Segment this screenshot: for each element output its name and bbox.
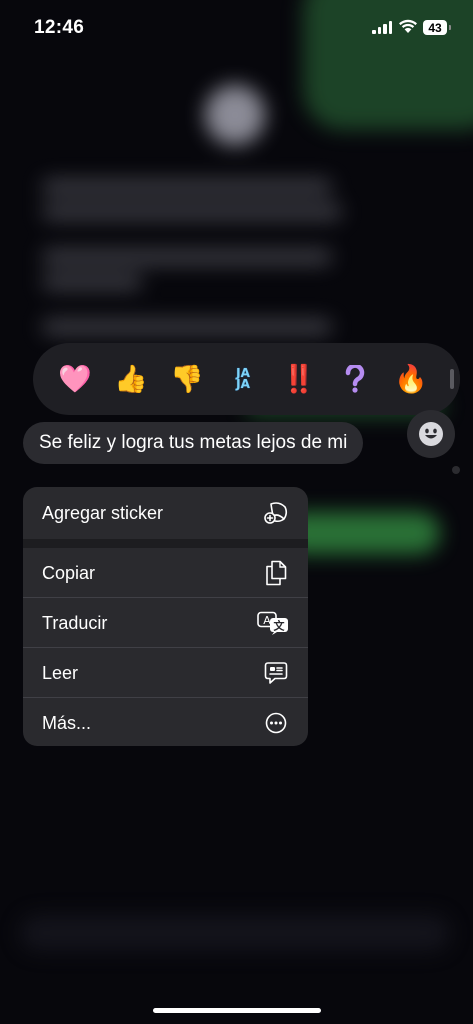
reaction-bar: 🩷 👍 👎 JA JA ‼️ 🔥: [33, 343, 460, 415]
blurred-avatar: [205, 85, 265, 145]
read-aloud-icon: [263, 660, 289, 686]
more-icon: [263, 710, 289, 736]
menu-item-label: Traducir: [42, 612, 108, 633]
smiley-icon: [419, 422, 443, 446]
menu-item-label: Más...: [42, 712, 92, 733]
blurred-shape: [42, 320, 332, 334]
battery-cap: [449, 25, 451, 30]
reaction-question-button[interactable]: [327, 351, 383, 407]
status-bar: 12:46 43: [0, 0, 473, 56]
haha-icon: JA JA: [236, 366, 250, 391]
message-bubble[interactable]: Se feliz y logra tus metas lejos de mi: [23, 422, 364, 464]
menu-section-gap: [23, 539, 308, 548]
menu-item-label: Agregar sticker: [42, 502, 164, 523]
blurred-shape: [42, 205, 342, 219]
menu-item-translate[interactable]: Traducir A 文: [23, 598, 308, 648]
battery-level: 43: [428, 20, 442, 35]
reaction-exclamation-button[interactable]: ‼️: [271, 351, 327, 407]
screen: 12:46 43 🩷 👍 👎 JA JA ‼️ 🔥 Se feliz y log…: [0, 0, 473, 1024]
message-text: Se feliz y logra tus metas lejos de mi: [39, 432, 348, 453]
menu-item-copy[interactable]: Copiar: [23, 548, 308, 598]
sticker-add-icon: [263, 500, 289, 526]
home-indicator[interactable]: [153, 1008, 321, 1013]
svg-text:文: 文: [274, 619, 286, 633]
blurred-shape: [42, 275, 142, 289]
reaction-haha-button[interactable]: JA JA: [215, 351, 271, 407]
menu-item-label: Leer: [42, 662, 79, 683]
reaction-thumbs-down-button[interactable]: 👎: [159, 351, 215, 407]
blurred-shape: [42, 180, 332, 194]
blurred-shape: [42, 250, 332, 264]
status-time: 12:46: [34, 17, 85, 38]
menu-item-add-sticker[interactable]: Agregar sticker: [23, 487, 308, 539]
menu-item-more[interactable]: Más...: [23, 698, 308, 746]
reaction-heart-button[interactable]: 🩷: [47, 351, 103, 407]
double-exclamation-icon: ‼️: [282, 363, 316, 394]
reaction-scroll-hint: [450, 369, 454, 389]
battery-icon: 43: [423, 20, 447, 35]
copy-icon: [263, 560, 289, 586]
cellular-signal-icon: [372, 21, 392, 34]
reaction-fire-button[interactable]: 🔥: [383, 351, 439, 407]
menu-item-read[interactable]: Leer: [23, 648, 308, 698]
fire-icon: 🔥: [394, 363, 428, 394]
translate-icon: A 文: [257, 610, 289, 636]
add-reaction-emoji-button[interactable]: [407, 410, 455, 458]
reaction-thumbs-up-button[interactable]: 👍: [103, 351, 159, 407]
wifi-icon: [399, 19, 417, 33]
thumbs-down-icon: 👎: [170, 363, 204, 394]
question-mark-icon: [345, 365, 365, 393]
context-menu: Agregar sticker Copiar Traducir A 文 Leer…: [23, 487, 308, 746]
bubble-tail-dot: [452, 466, 460, 474]
thumbs-up-icon: 👍: [114, 363, 148, 394]
heart-icon: 🩷: [58, 363, 92, 394]
blurred-composer: [20, 915, 450, 951]
menu-item-label: Copiar: [42, 562, 96, 583]
